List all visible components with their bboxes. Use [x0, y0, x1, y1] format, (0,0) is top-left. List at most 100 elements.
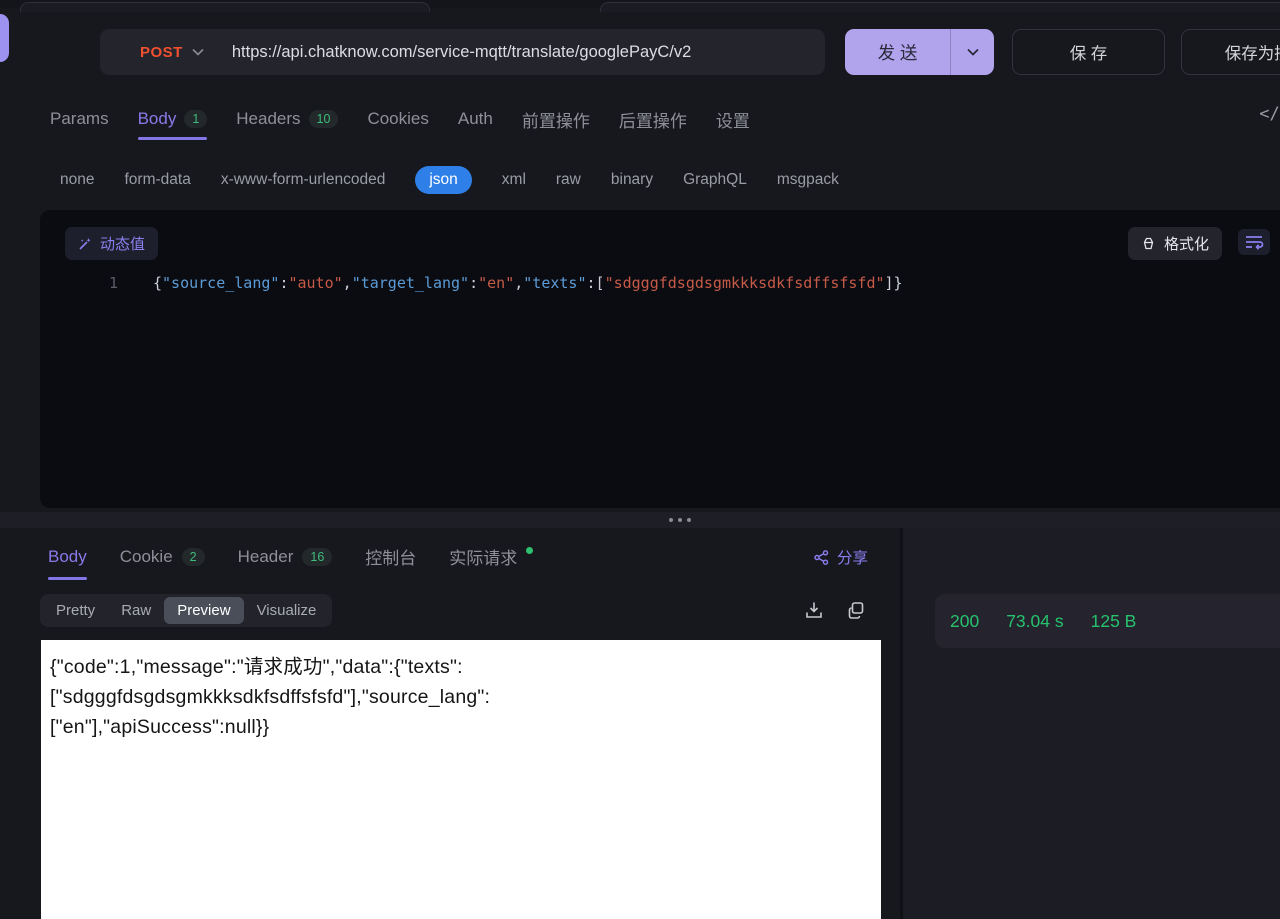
response-tab-console[interactable]: 控制台 — [365, 533, 416, 580]
dynamic-value-label: 动态值 — [100, 233, 145, 254]
body-type-json[interactable]: json — [415, 166, 471, 194]
tab-pre-ops[interactable]: 前置操作 — [522, 98, 590, 140]
url-bar: POST https://api.chatknow.com/service-mq… — [100, 29, 825, 75]
code-token: "sdgggfdsgdsgmkkksdkfsdffsfsfd" — [605, 274, 885, 292]
tab-count-badge: 16 — [302, 548, 332, 566]
code-token: : — [469, 274, 478, 292]
tab-label: Auth — [458, 109, 493, 129]
response-tabs: Body Cookie2 Header 16 控制台 实际请求 — [48, 533, 533, 580]
api-client-window: { "colors": { "accent": "#8576e8", "meth… — [0, 0, 1280, 919]
open-request-tab[interactable] — [600, 2, 1280, 12]
code-token: "target_lang" — [352, 274, 469, 292]
tab-label: 后置操作 — [619, 107, 687, 132]
response-meta-panel: 200 73.04 s 125 B — [903, 528, 1280, 919]
tab-label: Header — [238, 547, 294, 567]
format-label: 格式化 — [1164, 233, 1209, 254]
code-token: "texts" — [523, 274, 586, 292]
view-tab-raw[interactable]: Raw — [108, 597, 164, 624]
body-type-xml[interactable]: xml — [502, 166, 526, 194]
top-tab-strip — [0, 0, 1280, 8]
save-as-api-button[interactable]: 保存为接口 — [1181, 29, 1280, 75]
word-wrap-icon[interactable] — [1238, 229, 1270, 255]
response-panel: Body Cookie2 Header 16 控制台 实际请求 分享 PrettyRawP… — [0, 528, 900, 919]
request-tabs: Params Body1 Headers 10 Cookies Auth 前置操作 后置操作 设… — [50, 98, 750, 140]
url-input[interactable]: https://api.chatknow.com/service-mqtt/tr… — [232, 43, 691, 62]
panel-resize-handle[interactable] — [0, 512, 1280, 528]
response-tab-header[interactable]: Header 16 — [238, 533, 333, 580]
method-dropdown[interactable]: POST — [140, 44, 204, 61]
body-type-x-www-form-urlencoded[interactable]: x-www-form-urlencoded — [221, 166, 386, 194]
response-preview[interactable]: {"code":1,"message":"请求成功","data":{"text… — [41, 640, 881, 919]
copy-icon[interactable] — [846, 600, 866, 620]
body-type-selector: none form-data x-www-form-urlencoded json xm… — [60, 163, 839, 197]
tab-label: 控制台 — [365, 544, 416, 569]
generate-code-icon[interactable]: </> — [1259, 104, 1280, 124]
body-type-binary[interactable]: binary — [611, 166, 653, 194]
tab-auth[interactable]: Auth — [458, 98, 493, 140]
request-body-editor[interactable]: 动态值 格式化 1 {"source_lang":"auto","target_… — [40, 210, 1280, 508]
code-token: "source_lang" — [162, 274, 279, 292]
eraser-icon — [1141, 236, 1156, 251]
dynamic-value-button[interactable]: 动态值 — [65, 227, 158, 260]
response-view-switcher: PrettyRawPreviewVisualize — [40, 594, 332, 627]
drag-dots-icon — [669, 518, 691, 522]
tab-label: Body — [138, 109, 177, 129]
tab-post-ops[interactable]: 后置操作 — [619, 98, 687, 140]
tab-label: 前置操作 — [522, 107, 590, 132]
body-type-raw[interactable]: raw — [556, 166, 581, 194]
send-button-label[interactable]: 发 送 — [845, 29, 950, 75]
body-type-graphql[interactable]: GraphQL — [683, 166, 747, 194]
sidebar-drawer-handle[interactable] — [0, 14, 9, 62]
send-options-dropdown[interactable] — [950, 29, 994, 75]
tab-params[interactable]: Params — [50, 98, 109, 140]
tab-count-badge: 2 — [182, 548, 205, 566]
unread-dot — [526, 547, 533, 554]
response-status-bar: 200 73.04 s 125 B — [935, 594, 1280, 648]
response-tab-body[interactable]: Body — [48, 533, 87, 580]
response-tab-actual-request[interactable]: 实际请求 — [449, 533, 533, 580]
tab-label: 实际请求 — [449, 544, 517, 569]
preview-line: ["en"],"apiSuccess":null}} — [50, 712, 872, 742]
format-button[interactable]: 格式化 — [1128, 227, 1222, 260]
chevron-down-icon — [192, 48, 204, 56]
response-size: 125 B — [1091, 611, 1137, 632]
preview-line: ["sdgggfdsgdsgmkkksdkfsdffsfsfd"],"sourc… — [50, 682, 872, 712]
view-tabs-segment: PrettyRawPreviewVisualize — [40, 594, 332, 627]
status-code: 200 — [950, 611, 979, 632]
tab-label: Headers — [236, 109, 300, 129]
tab-headers[interactable]: Headers 10 — [236, 98, 338, 140]
tab-label: Body — [48, 547, 87, 567]
view-tab-preview[interactable]: Preview — [164, 597, 243, 624]
send-button[interactable]: 发 送 — [845, 29, 994, 75]
json-body-code[interactable]: {"source_lang":"auto","target_lang":"en"… — [153, 272, 903, 294]
chevron-down-icon — [967, 48, 979, 56]
body-type-msgpack[interactable]: msgpack — [777, 166, 839, 194]
code-token: "auto" — [288, 274, 342, 292]
tab-label: 设置 — [716, 107, 750, 132]
preview-line: {"code":1,"message":"请求成功","data":{"text… — [50, 652, 872, 682]
body-type-none[interactable]: none — [60, 166, 94, 194]
share-label: 分享 — [837, 546, 868, 568]
code-token: ]} — [885, 274, 903, 292]
code-token: , — [514, 274, 523, 292]
tab-label: Cookies — [367, 109, 428, 129]
open-request-tab[interactable] — [20, 2, 430, 12]
body-type-form-data[interactable]: form-data — [124, 166, 190, 194]
view-tab-pretty[interactable]: Pretty — [43, 597, 108, 624]
response-actions — [804, 600, 866, 620]
share-button[interactable]: 分享 — [814, 546, 868, 568]
method-label: POST — [140, 44, 183, 61]
download-icon[interactable] — [804, 600, 824, 620]
tab-label: Params — [50, 109, 109, 129]
code-token: , — [343, 274, 352, 292]
code-token: "en" — [478, 274, 514, 292]
code-token: { — [153, 274, 162, 292]
tab-count-badge: 10 — [309, 110, 339, 128]
tab-settings[interactable]: 设置 — [716, 98, 750, 140]
editor-line-1[interactable]: 1 {"source_lang":"auto","target_lang":"e… — [40, 272, 1280, 294]
view-tab-visualize[interactable]: Visualize — [244, 597, 330, 624]
tab-body[interactable]: Body1 — [138, 98, 208, 140]
response-tab-cookie[interactable]: Cookie2 — [120, 533, 205, 580]
save-button[interactable]: 保 存 — [1012, 29, 1165, 75]
tab-cookies[interactable]: Cookies — [367, 98, 428, 140]
